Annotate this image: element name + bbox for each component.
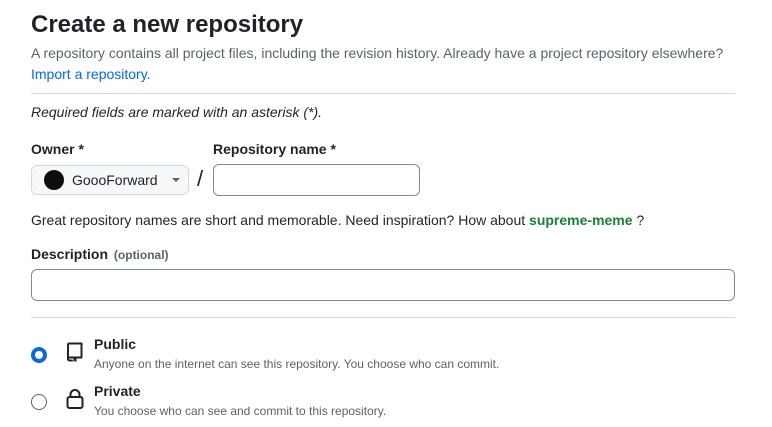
owner-repo-separator: / xyxy=(197,166,204,191)
owner-label: Owner * xyxy=(31,141,84,157)
public-option-title: Public xyxy=(94,336,137,352)
avatar xyxy=(44,170,64,190)
hint-suffix: ? xyxy=(636,212,645,228)
optional-hint: (optional) xyxy=(113,248,169,262)
description-label: Description (optional) xyxy=(31,244,169,265)
repo-icon xyxy=(67,342,83,362)
private-option-description: You choose who can see and commit to thi… xyxy=(94,404,387,418)
private-radio[interactable] xyxy=(31,394,47,410)
hint-text: Great repository names are short and mem… xyxy=(31,212,526,228)
owner-name: GoooForward xyxy=(72,172,158,188)
page-title: Create a new repository xyxy=(31,11,304,38)
public-radio[interactable] xyxy=(31,347,47,363)
description-label-text: Description xyxy=(31,246,109,262)
description-input[interactable] xyxy=(31,269,735,301)
public-option-description: Anyone on the internet can see this repo… xyxy=(94,357,500,371)
subtitle-text: A repository contains all project files,… xyxy=(31,45,724,61)
repository-name-input[interactable] xyxy=(213,164,420,196)
divider xyxy=(31,93,735,94)
page-subtitle: A repository contains all project files,… xyxy=(31,43,735,85)
divider xyxy=(31,317,735,318)
private-option-title: Private xyxy=(94,383,141,399)
lock-icon xyxy=(66,389,84,409)
owner-dropdown[interactable]: GoooForward xyxy=(31,165,189,195)
repository-name-hint: Great repository names are short and mem… xyxy=(31,210,644,230)
name-suggestion-link[interactable]: supreme-meme xyxy=(529,212,633,228)
required-fields-note: Required fields are marked with an aster… xyxy=(31,104,323,120)
chevron-down-icon xyxy=(171,178,180,182)
import-repository-link[interactable]: Import a repository. xyxy=(31,66,151,82)
repository-name-label: Repository name * xyxy=(213,141,336,157)
